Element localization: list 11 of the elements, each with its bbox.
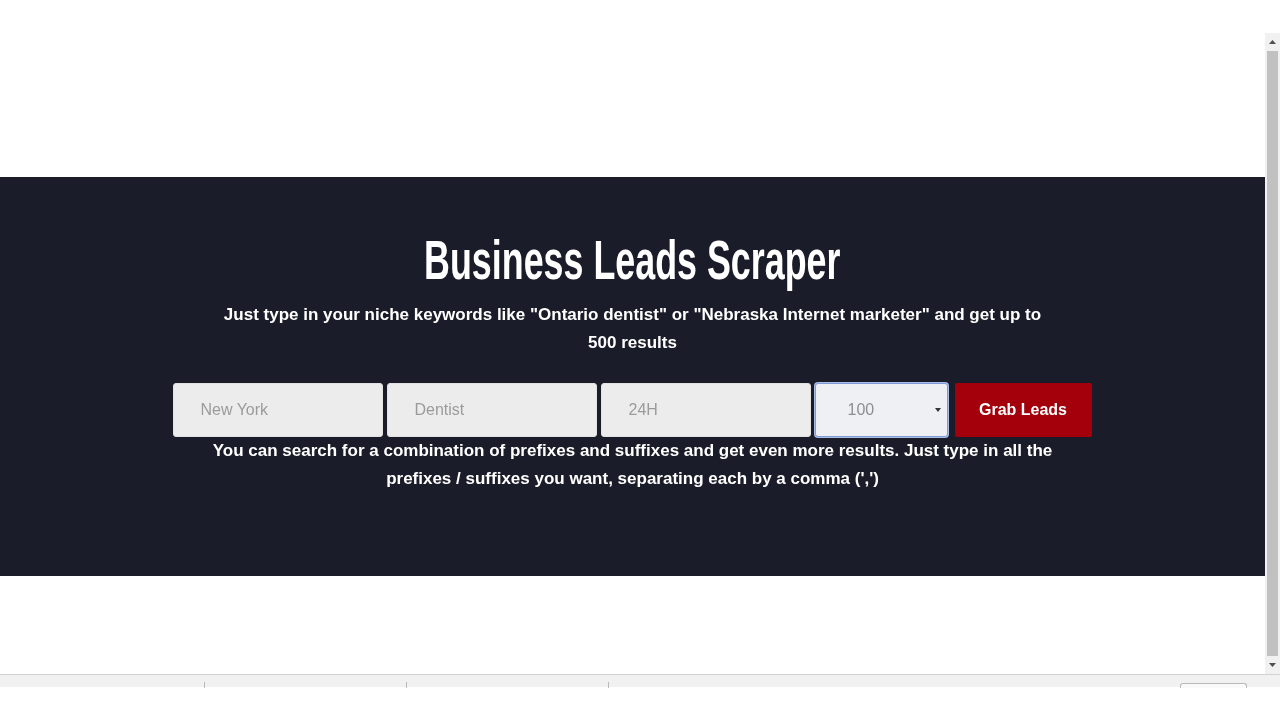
scrollbar[interactable] <box>1265 33 1280 674</box>
scrollbar-thumb[interactable] <box>1267 51 1278 656</box>
help-text: You can search for a combination of prefixes and suffixes and get even more results. Just type in all the prefixes / suffixes you want, separating each by a comma (',') <box>211 440 1054 490</box>
up-arrow-icon[interactable] <box>1269 40 1276 44</box>
page-title: Business Leads Scraper <box>424 229 841 291</box>
keyword-field[interactable]: New York <box>172 383 383 437</box>
down-arrow-icon[interactable] <box>1269 663 1276 667</box>
grab-leads-button[interactable]: Grab Leads <box>954 383 1092 437</box>
subtitle-text: Just type in your niche keywords like "Ontario dentist" or "Nebraska Internet marketer" and get up to 500 results <box>222 304 1043 354</box>
keyword-field[interactable]: 24H <box>600 383 811 437</box>
keyword-field[interactable]: Dentist <box>386 383 597 437</box>
